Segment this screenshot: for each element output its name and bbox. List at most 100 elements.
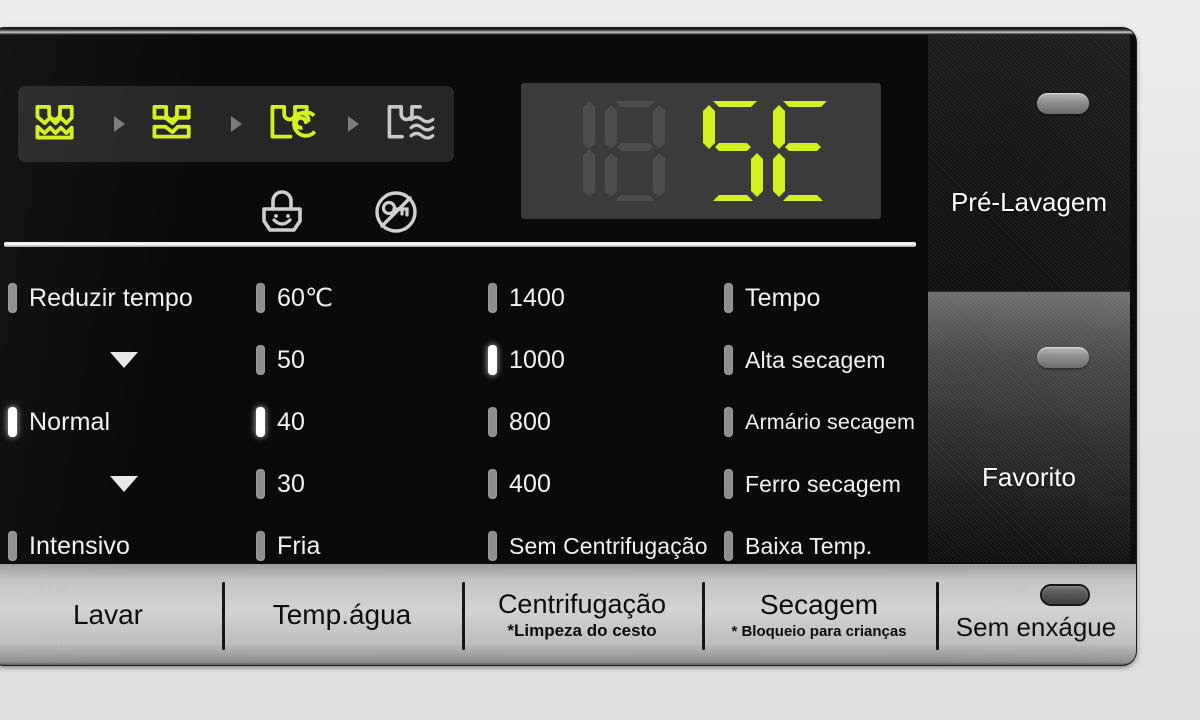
bottom-button-bar: Lavar Temp.água Centrifugação *Limpeza d…	[0, 562, 1136, 665]
option-temp-30[interactable]: 30	[256, 453, 480, 515]
indicator-bar	[256, 345, 265, 375]
arrow-right-icon	[348, 116, 360, 132]
indicator-bar	[256, 283, 265, 313]
option-label: 50	[277, 345, 306, 374]
option-label: 400	[509, 469, 552, 498]
button-label: Temp.água	[272, 598, 412, 630]
indicator-bar	[724, 531, 733, 561]
drying-column: Tempo Alta secagem Armário secagem Ferro…	[720, 267, 928, 567]
option-spin-400[interactable]: 400	[488, 453, 720, 515]
option-label: Reduzir tempo	[29, 283, 193, 312]
option-grid: Reduzir tempo Normal Intensivo 60℃ 50 40…	[0, 267, 928, 567]
option-temp-40[interactable]: 40	[256, 391, 480, 453]
option-temp-50[interactable]: 50	[256, 329, 480, 391]
arrow-right-icon	[113, 116, 125, 132]
water-temperature-column: 60℃ 50 40 30 Fria	[246, 267, 480, 567]
pre-wash-button[interactable]: Pré-Lavagem	[928, 35, 1130, 292]
arrow-right-icon	[230, 116, 242, 132]
button-label: Secagem	[759, 589, 879, 621]
wash-level-column: Reduzir tempo Normal Intensivo	[0, 267, 246, 567]
option-label: Intensivo	[29, 531, 130, 560]
panel-chrome-trim	[0, 28, 1136, 35]
status-icon-row	[256, 183, 436, 241]
option-spin-1000[interactable]: 1000	[488, 329, 720, 391]
side-button-stack: Pré-Lavagem Favorito	[928, 35, 1130, 562]
panel-divider	[4, 242, 916, 247]
chevron-down-icon	[110, 476, 138, 492]
button-sublabel: * Bloqueio para crianças	[731, 622, 907, 640]
option-label: Sem Centrifugação	[509, 532, 708, 559]
indicator-bar	[724, 345, 733, 375]
option-label: 800	[509, 407, 552, 436]
option-spin-800[interactable]: 800	[488, 391, 720, 453]
display-lit-digits	[701, 95, 835, 207]
button-sublabel: *Limpeza do cesto	[507, 621, 657, 641]
indicator-bar	[488, 531, 497, 561]
indicator-bar	[724, 407, 733, 437]
segment-digit-8-unlit	[605, 101, 665, 201]
option-label: Alta secagem	[745, 346, 886, 373]
option-spin-1400[interactable]: 1400	[488, 267, 720, 329]
option-label: 1400	[509, 283, 566, 312]
button-label: Centrifugação	[497, 588, 667, 619]
segment-digit-E-lit	[773, 101, 827, 201]
led-indicator	[1037, 347, 1089, 368]
indicator-bar	[488, 469, 497, 499]
seven-segment-display	[521, 83, 881, 219]
option-label: Tempo	[745, 283, 821, 312]
pre-wash-label: Pré-Lavagem	[950, 187, 1108, 217]
indicator-bar	[256, 531, 265, 561]
segment-digit-5-lit	[703, 101, 763, 201]
option-dry-alta[interactable]: Alta secagem	[724, 329, 928, 391]
option-reduzir-tempo[interactable]: Reduzir tempo	[8, 267, 246, 329]
indicator-bar	[8, 283, 17, 313]
indicator-bar	[488, 345, 497, 375]
option-dry-ferro[interactable]: Ferro secagem	[724, 453, 928, 515]
option-label: Baixa Temp.	[745, 532, 873, 559]
option-dry-armario[interactable]: Armário secagem	[724, 391, 928, 453]
favorite-button[interactable]: Favorito	[928, 292, 1130, 562]
rinse-icon	[152, 104, 191, 139]
sem-enxague-button[interactable]: Sem enxágue	[936, 564, 1136, 665]
option-label: Armário secagem	[745, 409, 915, 434]
appliance-body: Reduzir tempo Normal Intensivo 60℃ 50 40…	[0, 0, 1200, 720]
lavar-button[interactable]: Lavar	[0, 564, 222, 665]
option-arrow-down-2	[8, 453, 246, 515]
segment-digit-1-unlit	[583, 101, 595, 197]
led-indicator	[1037, 93, 1089, 114]
temp-agua-button[interactable]: Temp.água	[222, 564, 462, 665]
indicator-bar	[724, 469, 733, 499]
spin-speed-column: 1400 1000 800 400 Sem Centrifugação	[480, 267, 720, 567]
favorite-label: Favorito	[982, 462, 1076, 492]
wash-cycle-progress	[18, 86, 454, 162]
no-spin-icon	[375, 191, 417, 233]
option-temp-60[interactable]: 60℃	[256, 267, 480, 329]
secagem-button[interactable]: Secagem * Bloqueio para crianças	[702, 564, 936, 665]
display-ghost-digits	[533, 95, 667, 207]
option-normal[interactable]: Normal	[8, 391, 246, 453]
indicator-bar	[256, 407, 265, 437]
chevron-down-icon	[110, 352, 138, 368]
option-label: 40	[277, 407, 306, 436]
indicator-bar	[8, 531, 17, 561]
centrifugacao-button[interactable]: Centrifugação *Limpeza do cesto	[462, 564, 702, 665]
wash-icon	[35, 104, 74, 140]
option-label: 60℃	[277, 284, 334, 312]
indicator-bar	[724, 283, 733, 313]
option-label: 30	[277, 469, 306, 498]
option-label: Fria	[277, 531, 321, 560]
dry-icon	[387, 105, 435, 140]
option-dry-tempo[interactable]: Tempo	[724, 267, 928, 329]
option-label: 1000	[509, 345, 566, 374]
spin-icon	[270, 104, 320, 139]
button-label: Sem enxágue	[955, 611, 1117, 642]
child-lock-icon	[262, 190, 302, 232]
option-arrow-down-1	[8, 329, 246, 391]
option-label: Ferro secagem	[745, 470, 901, 497]
indicator-bar	[256, 469, 265, 499]
control-panel: Reduzir tempo Normal Intensivo 60℃ 50 40…	[0, 28, 1136, 665]
display-area: Reduzir tempo Normal Intensivo 60℃ 50 40…	[0, 35, 928, 562]
option-label: Normal	[29, 407, 111, 436]
led-indicator	[1040, 584, 1090, 606]
button-label: Lavar	[72, 598, 144, 630]
